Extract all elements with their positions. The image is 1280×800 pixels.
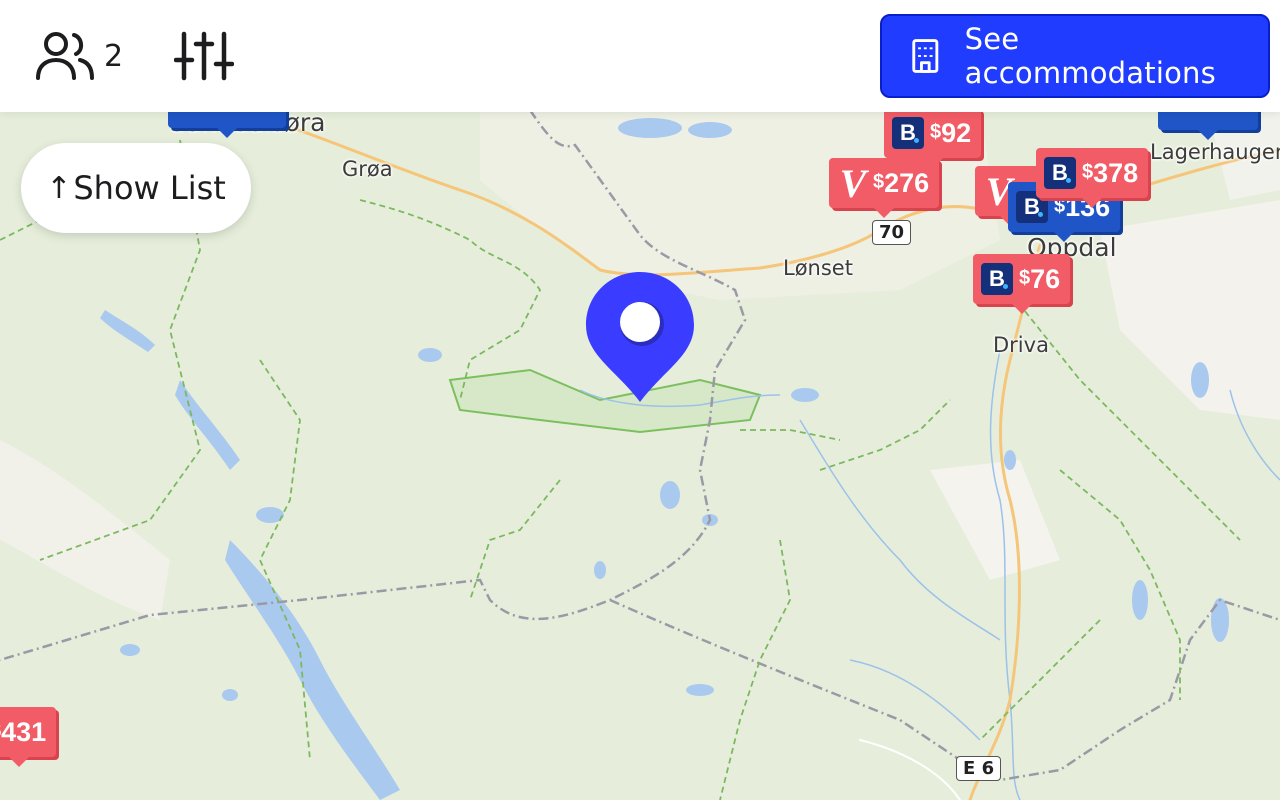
building-icon — [912, 39, 939, 73]
price-value: 76 — [1030, 263, 1061, 294]
price-value: 378 — [1093, 157, 1139, 188]
place-label: Driva — [993, 333, 1049, 357]
booking-logo-icon: B — [981, 263, 1013, 295]
price-marker[interactable]: B $92 — [884, 108, 982, 168]
price-marker[interactable]: B $76 — [973, 254, 1071, 314]
filters-button[interactable] — [173, 30, 235, 82]
price-value: 276 — [884, 167, 930, 198]
price-marker[interactable]: $431 — [0, 707, 57, 767]
guests-selector[interactable]: 2 — [34, 30, 123, 82]
road-shield: 70 — [872, 220, 912, 245]
place-label: Lønset — [783, 256, 853, 280]
sliders-icon — [173, 31, 235, 81]
booking-logo-icon: B — [892, 117, 924, 149]
price-marker[interactable]: V $276 — [829, 158, 940, 218]
location-pin-icon[interactable] — [584, 270, 696, 410]
booking-logo-icon: B — [1044, 157, 1076, 189]
vrbo-logo-icon: V — [839, 160, 867, 206]
users-icon — [36, 32, 94, 80]
show-list-button[interactable]: ↑ Show List — [21, 143, 251, 233]
see-accommodations-label: See accommodations — [964, 22, 1216, 90]
price-value: 92 — [941, 117, 972, 148]
price-marker[interactable]: B $378 — [1036, 148, 1149, 208]
place-label: Lagerhaugen — [1150, 140, 1280, 164]
arrow-up-icon: ↑ — [46, 170, 72, 206]
road-shield: E 6 — [956, 756, 1002, 781]
place-label: Grøa — [342, 157, 393, 181]
guests-count: 2 — [104, 38, 124, 74]
see-accommodations-button[interactable]: See accommodations — [880, 14, 1270, 98]
price-value: 431 — [1, 716, 47, 747]
show-list-label: Show List — [73, 169, 226, 207]
top-bar: 2 See accommodations — [0, 0, 1280, 112]
